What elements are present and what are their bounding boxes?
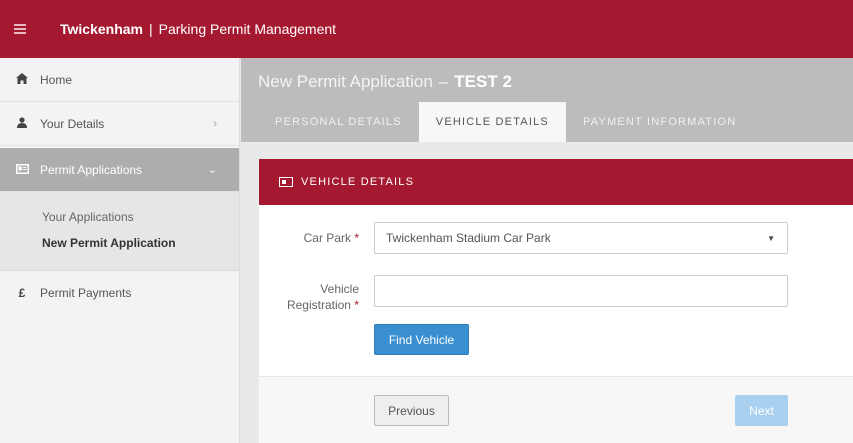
previous-button[interactable]: Previous	[374, 395, 449, 426]
caret-down-icon: ▼	[767, 233, 775, 243]
submenu-item-new-permit-application[interactable]: New Permit Application	[42, 230, 239, 256]
sidebar-item-label: Permit Applications	[40, 162, 143, 177]
required-marker: *	[354, 298, 359, 312]
id-card-icon	[279, 177, 293, 187]
panel-heading-text: VEHICLE DETAILS	[301, 176, 415, 188]
sidebar: Home Your Details › Permit Applications …	[0, 58, 240, 443]
pound-icon: £	[18, 286, 26, 300]
sidebar-item-permit-applications[interactable]: Permit Applications ⌄	[0, 148, 239, 192]
sidebar-item-home[interactable]: Home	[0, 58, 239, 102]
sidebar-item-permit-payments[interactable]: £ Permit Payments	[0, 271, 239, 315]
content-header: New Permit Application – TEST 2 PERSONAL D…	[241, 58, 853, 142]
tab-payment-information[interactable]: PAYMENT INFORMATION	[566, 102, 753, 142]
sidebar-item-label: Home	[40, 72, 73, 87]
vehicle-registration-input[interactable]	[374, 275, 788, 307]
find-vehicle-button[interactable]: Find Vehicle	[374, 324, 469, 355]
sidebar-item-label: Permit Payments	[40, 286, 132, 300]
brand-subtitle: Parking Permit Management	[158, 21, 337, 37]
application-name: TEST 2	[454, 72, 512, 91]
permit-applications-submenu: Your Applications New Permit Application	[0, 192, 239, 271]
tab-vehicle-details[interactable]: VEHICLE DETAILS	[418, 102, 566, 142]
vehicle-details-panel: VEHICLE DETAILS Car Park * Twickenham St…	[259, 159, 853, 443]
hamburger-icon	[14, 22, 26, 36]
app-title[interactable]: Twickenham | Parking Permit Management	[60, 21, 336, 37]
tab-personal-details[interactable]: PERSONAL DETAILS	[258, 102, 419, 142]
car-park-selected-value: Twickenham Stadium Car Park	[386, 231, 551, 245]
required-marker: *	[354, 231, 359, 245]
car-park-label: Car Park *	[303, 231, 359, 245]
car-park-select[interactable]: Twickenham Stadium Car Park ▼	[374, 222, 788, 254]
vehicle-registration-label: Vehicle Registration *	[286, 282, 359, 312]
sidebar-item-label: Your Details	[40, 116, 105, 131]
panel-footer: Previous Next	[259, 376, 853, 443]
submenu-item-your-applications[interactable]: Your Applications	[42, 204, 239, 230]
brand-name: Twickenham	[60, 21, 143, 37]
chevron-down-icon: ⌄	[207, 164, 217, 176]
next-button[interactable]: Next	[735, 395, 788, 426]
page-title-text: New Permit Application	[258, 72, 433, 91]
id-card-icon	[14, 163, 30, 177]
brand-separator: |	[149, 21, 153, 37]
page-title-dash: –	[438, 72, 449, 91]
menu-toggle-button[interactable]	[0, 0, 40, 58]
home-icon	[14, 72, 30, 87]
tab-bar: PERSONAL DETAILS VEHICLE DETAILS PAYMENT…	[258, 102, 753, 142]
chevron-right-icon: ›	[213, 117, 217, 130]
sidebar-item-your-details[interactable]: Your Details ›	[0, 102, 239, 146]
user-icon	[14, 116, 30, 131]
top-bar: Twickenham | Parking Permit Management	[0, 0, 853, 58]
page-title: New Permit Application – TEST 2	[258, 72, 512, 92]
panel-heading: VEHICLE DETAILS	[259, 159, 853, 205]
